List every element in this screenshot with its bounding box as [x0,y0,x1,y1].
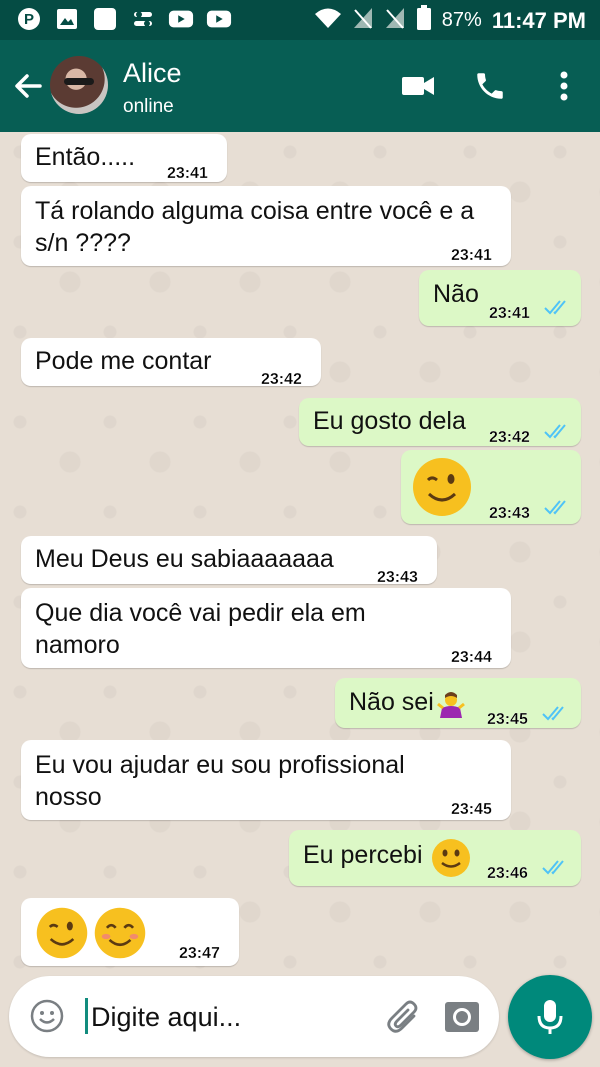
mic-button[interactable] [508,975,592,1059]
notification-icons: P [16,6,232,32]
message-incoming[interactable]: Que dia você vai pedir ela em namoro 23:… [21,588,511,668]
message-time: 23:45 [451,801,492,818]
message-time: 23:46 [487,865,528,882]
read-receipt-icon [542,706,564,721]
winking-face-emoji [411,456,473,526]
message-list[interactable]: Então..... 23:41 Tá rolando alguma coisa… [0,132,600,972]
status-time: 11:47 PM [491,7,586,33]
battery-percentage: 87% [441,9,482,31]
message-time: 23:41 [489,305,530,322]
blank-app-icon [92,6,118,32]
back-button[interactable] [10,68,50,108]
message-outgoing[interactable]: Eu percebi 23:46 [289,830,581,886]
message-time: 23:43 [489,505,530,522]
message-outgoing[interactable]: Eu gosto dela 23:42 [299,398,581,446]
message-text: Pode me contar [35,347,212,375]
more-vert-icon [560,71,568,101]
message-outgoing[interactable]: 23:43 [401,450,581,524]
slightly-smiling-face-emoji [431,838,471,886]
person-shrugging-emoji [437,690,465,726]
video-call-icon [402,77,434,95]
message-text: Não [433,280,479,308]
back-arrow-icon [15,74,42,98]
message-composer [9,976,499,1057]
wifi-icon [314,6,342,35]
message-incoming[interactable]: Pode me contar 23:42 [21,338,321,388]
avatar-glasses [64,78,94,85]
message-text: Eu vou ajudar eu sou profissional nosso [35,751,405,811]
text-cursor [85,998,88,1034]
avatar[interactable] [50,56,108,114]
message-incoming[interactable]: Meu Deus eu sabiaaaaaaa 23:43 [21,536,437,586]
message-time: 23:44 [451,649,492,666]
chat-header: Alice online [0,40,600,132]
battery-icon [416,5,432,36]
winking-face-emoji [35,906,89,968]
emoji-button[interactable] [29,998,65,1034]
toggle-app-icon [130,6,156,32]
contact-status: online [123,96,174,117]
message-text: Que dia você vai pedir ela em namoro [35,599,366,659]
attach-button[interactable] [384,996,426,1038]
system-icons: 87% 11:47 PM [314,5,586,36]
video-call-button[interactable] [398,66,438,106]
message-text: Então..... [35,143,136,171]
status-bar: P 87% 11:47 PM [0,0,600,40]
message-time: 23:41 [451,247,492,264]
message-incoming[interactable]: 23:47 [21,898,239,966]
youtube-icon [168,6,194,32]
message-incoming[interactable]: Então..... 23:41 [21,134,227,182]
message-text: Eu percebi [303,841,423,869]
emoji-icon [30,999,64,1033]
read-receipt-icon [544,300,566,315]
message-time: 23:45 [487,711,528,728]
contact-name[interactable]: Alice [123,58,182,89]
message-text: Eu gosto dela [313,407,466,435]
attach-icon [387,1000,418,1033]
youtube-icon [206,6,232,32]
gallery-icon [54,6,80,32]
message-text: Tá rolando alguma coisa entre você e a s… [35,197,475,257]
message-incoming[interactable]: Eu vou ajudar eu sou profissional nosso … [21,740,511,820]
mic-icon [537,1000,563,1034]
camera-button[interactable] [443,998,481,1034]
read-receipt-icon [544,500,566,515]
no-signal-icon [352,6,374,35]
message-time: 23:47 [179,945,220,962]
smiling-face-emoji [93,906,147,968]
message-incoming[interactable]: Tá rolando alguma coisa entre você e a s… [21,186,511,266]
no-signal-icon [384,6,406,35]
message-outgoing[interactable]: Não sei 23:45 [335,678,581,728]
svg-text:P: P [24,11,34,28]
read-receipt-icon [542,860,564,875]
message-text: Meu Deus eu sabiaaaaaaa [35,545,334,573]
more-options-button[interactable] [544,66,584,106]
message-outgoing[interactable]: Não 23:41 [419,270,581,326]
pinterest-icon: P [16,6,42,32]
read-receipt-icon [544,424,566,439]
message-input[interactable] [89,994,383,1040]
message-time: 23:42 [261,371,302,388]
voice-call-button[interactable] [470,66,510,106]
camera-icon [445,1002,479,1032]
phone-icon [477,73,503,99]
message-text: Não sei [349,688,434,716]
